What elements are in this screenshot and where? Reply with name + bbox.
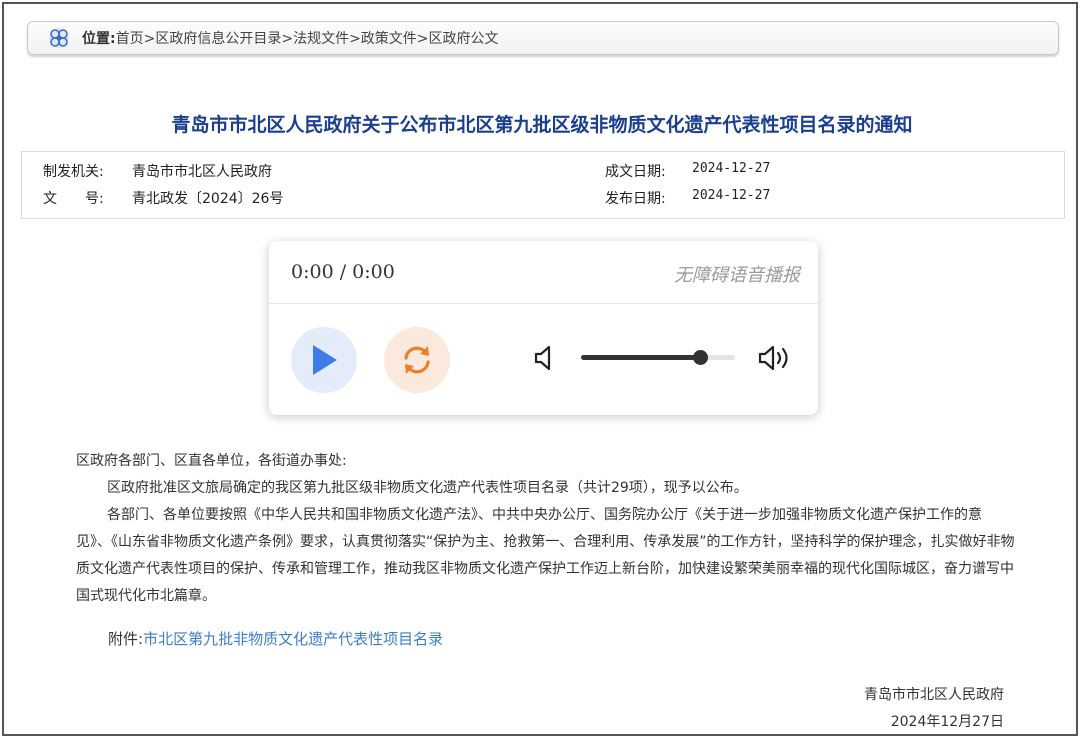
page-frame: 位置: 首页>区政府信息公开目录>法规文件>政策文件>区政府公文 青岛市市北区人… — [2, 2, 1078, 736]
attachment-label: 附件: — [108, 630, 144, 648]
breadcrumb: 位置: 首页>区政府信息公开目录>法规文件>政策文件>区政府公文 — [27, 21, 1059, 55]
refresh-icon — [404, 346, 430, 374]
publish-date-label: 发布日期: — [605, 191, 666, 207]
body-paragraph: 各部门、各单位要按照《中华人民共和国非物质文化遗产法》、中共中央办公厅、国务院办… — [76, 507, 1015, 604]
signature-org: 青岛市市北区人民政府 — [864, 687, 1004, 703]
document-body: 区政府各部门、区直各单位，各街道办事处: 区政府批准区文旅局确定的我区第九批区级… — [76, 448, 1016, 610]
signature: 青岛市市北区人民政府 2024年12月27日 — [864, 682, 1004, 736]
volume-handle[interactable] — [693, 350, 708, 365]
volume-fill — [581, 355, 700, 360]
replay-button[interactable] — [384, 327, 450, 393]
audio-player: 0:00 / 0:00 无障碍语音播报 — [269, 241, 818, 415]
docno-value: 青北政发〔2024〕26号 — [132, 191, 284, 207]
salutation: 区政府各部门、区直各单位，各街道办事处: — [76, 453, 347, 469]
publish-date-value: 2024-12-27 — [692, 188, 771, 203]
document-meta: 制发机关: 青岛市市北区人民政府 成文日期: 2024-12-27 文 号: 青… — [21, 151, 1065, 219]
page-title: 青岛市市北区人民政府关于公布市北区第九批区级非物质文化遗产代表性项目名录的通知 — [171, 114, 913, 136]
logo-icon — [49, 28, 69, 48]
issuer-value: 青岛市市北区人民政府 — [132, 164, 272, 180]
player-label: 无障碍语音播报 — [674, 265, 800, 286]
volume-slider[interactable] — [581, 350, 735, 365]
attachment-link[interactable]: 市北区第九批非物质文化遗产代表性项目名录 — [143, 630, 443, 648]
written-date-label: 成文日期: — [605, 164, 666, 180]
breadcrumb-label: 位置: — [82, 31, 116, 47]
play-icon — [313, 345, 337, 375]
breadcrumb-path[interactable]: 首页>区政府信息公开目录>法规文件>政策文件>区政府公文 — [116, 28, 499, 48]
issuer-label: 制发机关: — [43, 164, 104, 180]
docno-label: 文 号: — [43, 191, 104, 207]
player-divider — [269, 303, 818, 304]
time-display: 0:00 / 0:00 — [291, 261, 395, 283]
body-paragraph: 区政府批准区文旅局确定的我区第九批区级非物质文化遗产代表性项目名录（共计29项）… — [107, 480, 748, 496]
speaker-mute-icon[interactable] — [533, 344, 557, 372]
speaker-volume-icon[interactable] — [757, 344, 793, 372]
written-date-value: 2024-12-27 — [692, 161, 771, 176]
signature-date: 2024年12月27日 — [890, 714, 1004, 730]
play-button[interactable] — [291, 327, 357, 393]
attachment: 附件:市北区第九批非物质文化遗产代表性项目名录 — [108, 628, 443, 649]
